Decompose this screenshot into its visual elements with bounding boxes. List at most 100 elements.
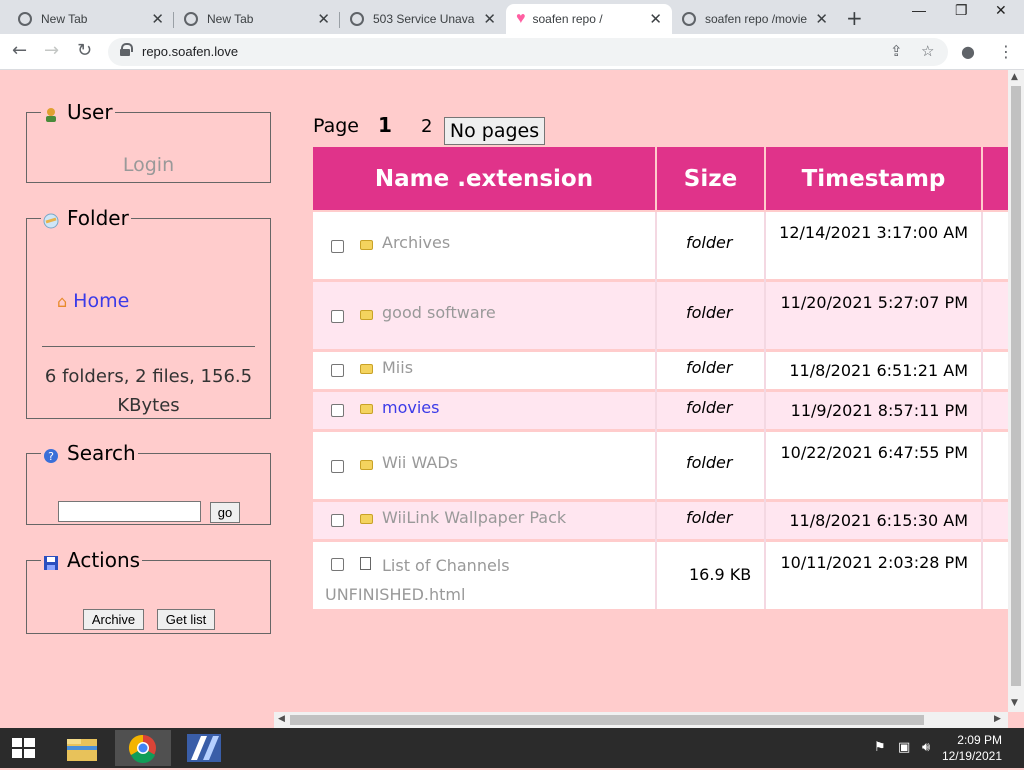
menu-icon[interactable]: ⋮ [998,42,1014,61]
back-icon[interactable]: ← [12,40,27,61]
search-input[interactable] [58,501,201,522]
network-icon[interactable]: ▣ [898,740,910,755]
tab-soafen-movies[interactable]: soafen repo /movie ✕ [672,4,838,34]
row-timestamp: 11/20/2021 5:27:07 PM [780,293,968,312]
row-size: folder [686,398,733,417]
folder-icon [360,240,373,250]
table-row: Archives folder 12/14/2021 3:17:00 AM [313,212,1008,279]
scroll-down-icon[interactable]: ▼ [1011,698,1018,708]
restore-button[interactable]: ❐ [955,2,968,19]
tab-strip: New Tab ✕ New Tab ✕ 503 Service Unava ✕ … [0,0,1024,34]
file-explorer-button[interactable] [55,730,111,766]
close-window-button[interactable]: ✕ [995,2,1007,19]
column-header-name[interactable]: Name .extension [313,147,655,210]
close-icon[interactable]: ✕ [317,10,330,28]
row-name-link[interactable]: Archives [382,233,450,252]
page-link-2[interactable]: 2 [421,116,432,137]
folder-globe-icon [43,210,59,229]
clock-time: 2:09 PM [957,733,1002,747]
home-link[interactable]: ⌂ Home [57,290,129,312]
row-checkbox[interactable] [331,364,344,377]
row-timestamp: 10/11/2021 2:03:28 PM [780,553,968,572]
reload-icon[interactable]: ↻ [77,40,92,61]
folder-legend: Folder [41,206,131,230]
table-row: Wii WADs folder 10/22/2021 6:47:55 PM [313,432,1008,499]
page-content: User Login Folder ⌂ Home 6 folders, 2 fi… [0,70,1008,712]
row-name-link[interactable]: WiiLink Wallpaper Pack [382,508,566,527]
row-timestamp: 11/8/2021 6:15:30 AM [789,511,968,530]
divider [42,346,255,347]
tab-503[interactable]: 503 Service Unava ✕ [340,4,506,34]
scroll-right-icon[interactable]: ▶ [994,714,1001,724]
scroll-up-icon[interactable]: ▲ [1011,72,1018,82]
scroll-left-icon[interactable]: ◀ [278,714,285,724]
row-timestamp: 11/8/2021 6:51:21 AM [789,361,968,380]
table-row: WiiLink Wallpaper Pack folder 11/8/2021 … [313,502,1008,539]
close-icon[interactable]: ✕ [649,10,662,28]
close-icon[interactable]: ✕ [151,10,164,28]
svg-text:?: ? [48,450,54,463]
archive-button[interactable]: Archive [83,609,144,630]
row-checkbox[interactable] [331,460,344,473]
login-link[interactable]: Login [27,154,270,176]
tab-new-tab-1[interactable]: New Tab ✕ [8,4,174,34]
row-size: folder [686,358,733,377]
column-divider [981,212,983,609]
close-icon[interactable]: ✕ [483,10,496,28]
globe-icon [350,12,364,26]
minimize-button[interactable]: — [912,2,926,18]
actions-legend: Actions [41,548,142,572]
lock-icon [120,43,133,56]
column-header-size[interactable]: Size [657,147,764,210]
bookmark-star-icon[interactable]: ☆ [921,42,934,60]
row-checkbox[interactable] [331,404,344,417]
tab-title: soafen repo /movie [705,12,808,26]
scroll-thumb[interactable] [1011,86,1021,686]
address-bar[interactable]: repo.soafen.love ⇪ ☆ [108,38,948,66]
row-size: folder [686,453,733,472]
profile-icon[interactable]: ● [961,42,975,61]
forward-icon[interactable]: → [44,40,59,61]
table-row: good software folder 11/20/2021 5:27:07 … [313,282,1008,349]
row-checkbox[interactable] [331,240,344,253]
folder-icon [360,310,373,320]
chrome-icon [128,734,156,763]
row-checkbox[interactable] [331,310,344,323]
row-name-link[interactable]: Miis [382,358,413,377]
row-name-link[interactable]: good software [382,303,496,322]
url-text: repo.soafen.love [142,44,239,59]
browser-toolbar: ← → ↻ repo.soafen.love ⇪ ☆ ● ⋮ [0,34,1024,70]
column-divider [655,212,657,609]
chrome-taskbar-button[interactable] [115,730,171,766]
get-list-button[interactable]: Get list [157,609,215,630]
row-name-link[interactable]: List of Channels UNFINISHED.html [325,551,625,609]
folder-icon [360,364,373,374]
heart-icon: ♥ [516,10,526,27]
scroll-thumb[interactable] [290,715,924,725]
tab-soafen-repo[interactable]: ♥ soafen repo / ✕ [506,4,672,34]
start-button[interactable] [4,730,44,766]
globe-icon [682,12,696,26]
close-icon[interactable]: ✕ [815,10,828,28]
no-pages-button[interactable]: No pages [444,117,545,145]
volume-icon[interactable]: 🔊︎ [922,740,930,755]
row-name-link[interactable]: Wii WADs [382,453,458,472]
tab-new-tab-2[interactable]: New Tab ✕ [174,4,340,34]
clock[interactable]: 2:09 PM 12/19/2021 [942,732,1002,764]
table-row: movies folder 11/9/2021 8:57:11 PM [313,392,1008,429]
row-name-link[interactable]: movies [382,398,439,417]
app-taskbar-button[interactable] [177,730,233,766]
column-header-timestamp[interactable]: Timestamp [766,147,981,210]
search-legend: ? Search [41,441,138,465]
horizontal-scrollbar[interactable]: ◀ ▶ [274,712,1008,728]
folder-stats: 6 folders, 2 files, 156.5 KBytes [44,366,253,416]
new-tab-button[interactable]: + [846,6,863,30]
share-icon[interactable]: ⇪ [890,42,903,60]
vertical-scrollbar[interactable]: ▲ ▼ [1008,70,1024,712]
row-checkbox[interactable] [331,514,344,527]
go-button[interactable]: go [210,502,240,523]
flag-icon[interactable]: ⚑ [874,740,886,755]
row-timestamp: 12/14/2021 3:17:00 AM [779,223,968,242]
clock-date: 12/19/2021 [941,749,1002,763]
page-current: 1 [378,113,392,137]
